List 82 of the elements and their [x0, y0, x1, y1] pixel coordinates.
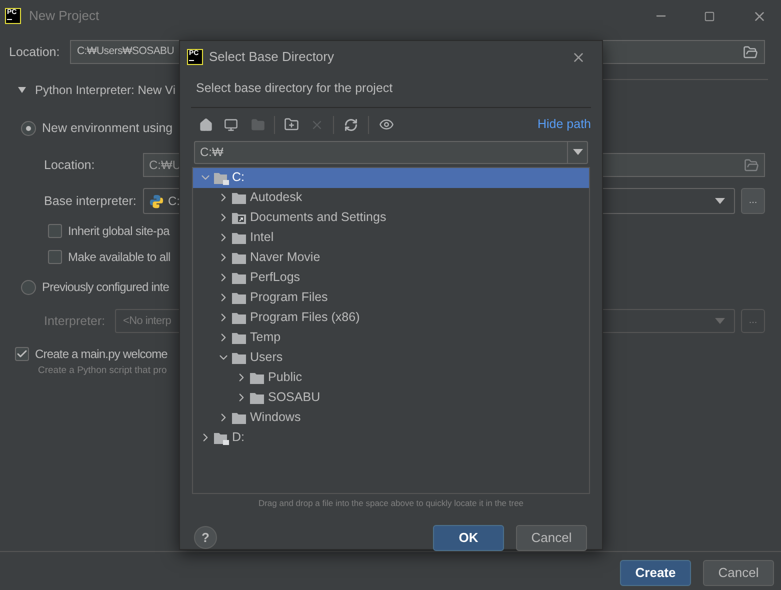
- drive-icon: [214, 430, 229, 445]
- folder-shortcut-icon: [232, 210, 247, 225]
- folder-icon: [232, 290, 247, 305]
- field-label: Interpreter:: [44, 312, 106, 330]
- folder-icon: [232, 330, 247, 345]
- tree-item[interactable]: Documents and Settings: [193, 208, 589, 228]
- tree-item-label: SOSABU: [268, 389, 320, 406]
- checkbox[interactable]: [48, 250, 62, 264]
- home-icon[interactable]: [199, 118, 213, 132]
- tree-item-label: Program Files: [250, 289, 328, 306]
- tree-item[interactable]: Naver Movie: [193, 248, 589, 268]
- tree-item[interactable]: Program Files (x86): [193, 308, 589, 328]
- tree-item[interactable]: SOSABU: [193, 388, 589, 408]
- tree-item-label: Temp: [250, 329, 281, 346]
- triangle-down-icon[interactable]: [18, 87, 26, 93]
- tree-item-label: Documents and Settings: [250, 209, 386, 226]
- tree-item-label: D:: [232, 429, 244, 446]
- tree-item-label: Autodesk: [250, 189, 302, 206]
- caret-icon: [715, 318, 725, 324]
- folder-icon: [232, 410, 247, 425]
- tree-item-label: Intel: [250, 229, 274, 246]
- tree-item[interactable]: Windows: [193, 408, 589, 428]
- folder-icon: [232, 350, 247, 365]
- tree-item-label: Program Files (x86): [250, 309, 360, 326]
- tree-item[interactable]: PerfLogs: [193, 268, 589, 288]
- secondary-button[interactable]: Cancel: [516, 524, 587, 550]
- window-title: New Project: [29, 7, 100, 26]
- folder-icon: [250, 390, 265, 405]
- dialog-title: Select Base Directory: [209, 48, 334, 66]
- tree-item[interactable]: Program Files: [193, 288, 589, 308]
- tree-item[interactable]: Autodesk: [193, 188, 589, 208]
- primary-button[interactable]: OK: [433, 524, 504, 550]
- tree-item[interactable]: Temp: [193, 328, 589, 348]
- folder-icon: [232, 250, 247, 265]
- secondary-button[interactable]: Cancel: [703, 560, 774, 586]
- tree-item-label: Windows: [250, 409, 301, 426]
- maximize-icon[interactable]: [704, 10, 715, 22]
- hint-text: Drag and drop a file into the space above to quickly locate it in the tree: [258, 496, 524, 510]
- tree-item-label: Naver Movie: [250, 249, 320, 266]
- field-label: Location:: [44, 156, 96, 174]
- help-button[interactable]: ?: [194, 526, 217, 549]
- checkbox[interactable]: [15, 347, 29, 361]
- radio-button[interactable]: [21, 120, 36, 136]
- radio-button[interactable]: [21, 280, 36, 294]
- tree-item-label: C:: [232, 169, 244, 186]
- field-label: Location:: [9, 44, 61, 61]
- folder-icon: [232, 230, 247, 245]
- checkbox-label: Inherit global site-pa: [68, 223, 170, 240]
- tree-item[interactable]: Users: [193, 348, 589, 368]
- radio-label: New environment using: [42, 120, 173, 137]
- caret-icon: [572, 149, 582, 156]
- caret-icon: [715, 198, 725, 204]
- drive-icon: [214, 170, 229, 185]
- tree-item[interactable]: C:: [193, 168, 589, 188]
- tree-item-label: Public: [268, 369, 302, 386]
- primary-button[interactable]: Create: [620, 560, 691, 586]
- browse-button[interactable]: ...: [741, 188, 765, 214]
- folder-icon: [232, 310, 247, 325]
- tree-item[interactable]: D:: [193, 428, 589, 448]
- python-icon: [149, 194, 164, 208]
- show-hidden-icon[interactable]: [379, 117, 394, 132]
- checkbox[interactable]: [48, 224, 62, 238]
- tree-item[interactable]: Public: [193, 368, 589, 388]
- radio-label: Previously configured inte: [42, 279, 170, 296]
- folder-icon: [232, 270, 247, 285]
- path-combo[interactable]: C:₩: [194, 140, 588, 164]
- hide-path-link[interactable]: Hide path: [537, 115, 591, 134]
- new-folder-icon[interactable]: [284, 117, 299, 132]
- tree-item[interactable]: Intel: [193, 228, 589, 248]
- checkbox-label: Create a main.py welcome: [35, 346, 168, 363]
- hint-text: Create a Python script that pro: [37, 364, 167, 378]
- section-title: Python Interpreter: New Vi: [35, 82, 176, 99]
- refresh-icon[interactable]: [344, 118, 358, 132]
- checkbox-label: Make available to all: [68, 249, 170, 266]
- monitor-icon[interactable]: [224, 118, 238, 132]
- dialog-description: Select base directory for the project: [195, 80, 393, 97]
- field-label: Base interpreter:: [44, 192, 138, 210]
- folder-open-icon[interactable]: [743, 44, 758, 60]
- folder-icon: [232, 190, 247, 205]
- tree-item-label: PerfLogs: [250, 269, 300, 286]
- tree-item-label: Users: [250, 349, 283, 366]
- folder-icon: [250, 370, 265, 385]
